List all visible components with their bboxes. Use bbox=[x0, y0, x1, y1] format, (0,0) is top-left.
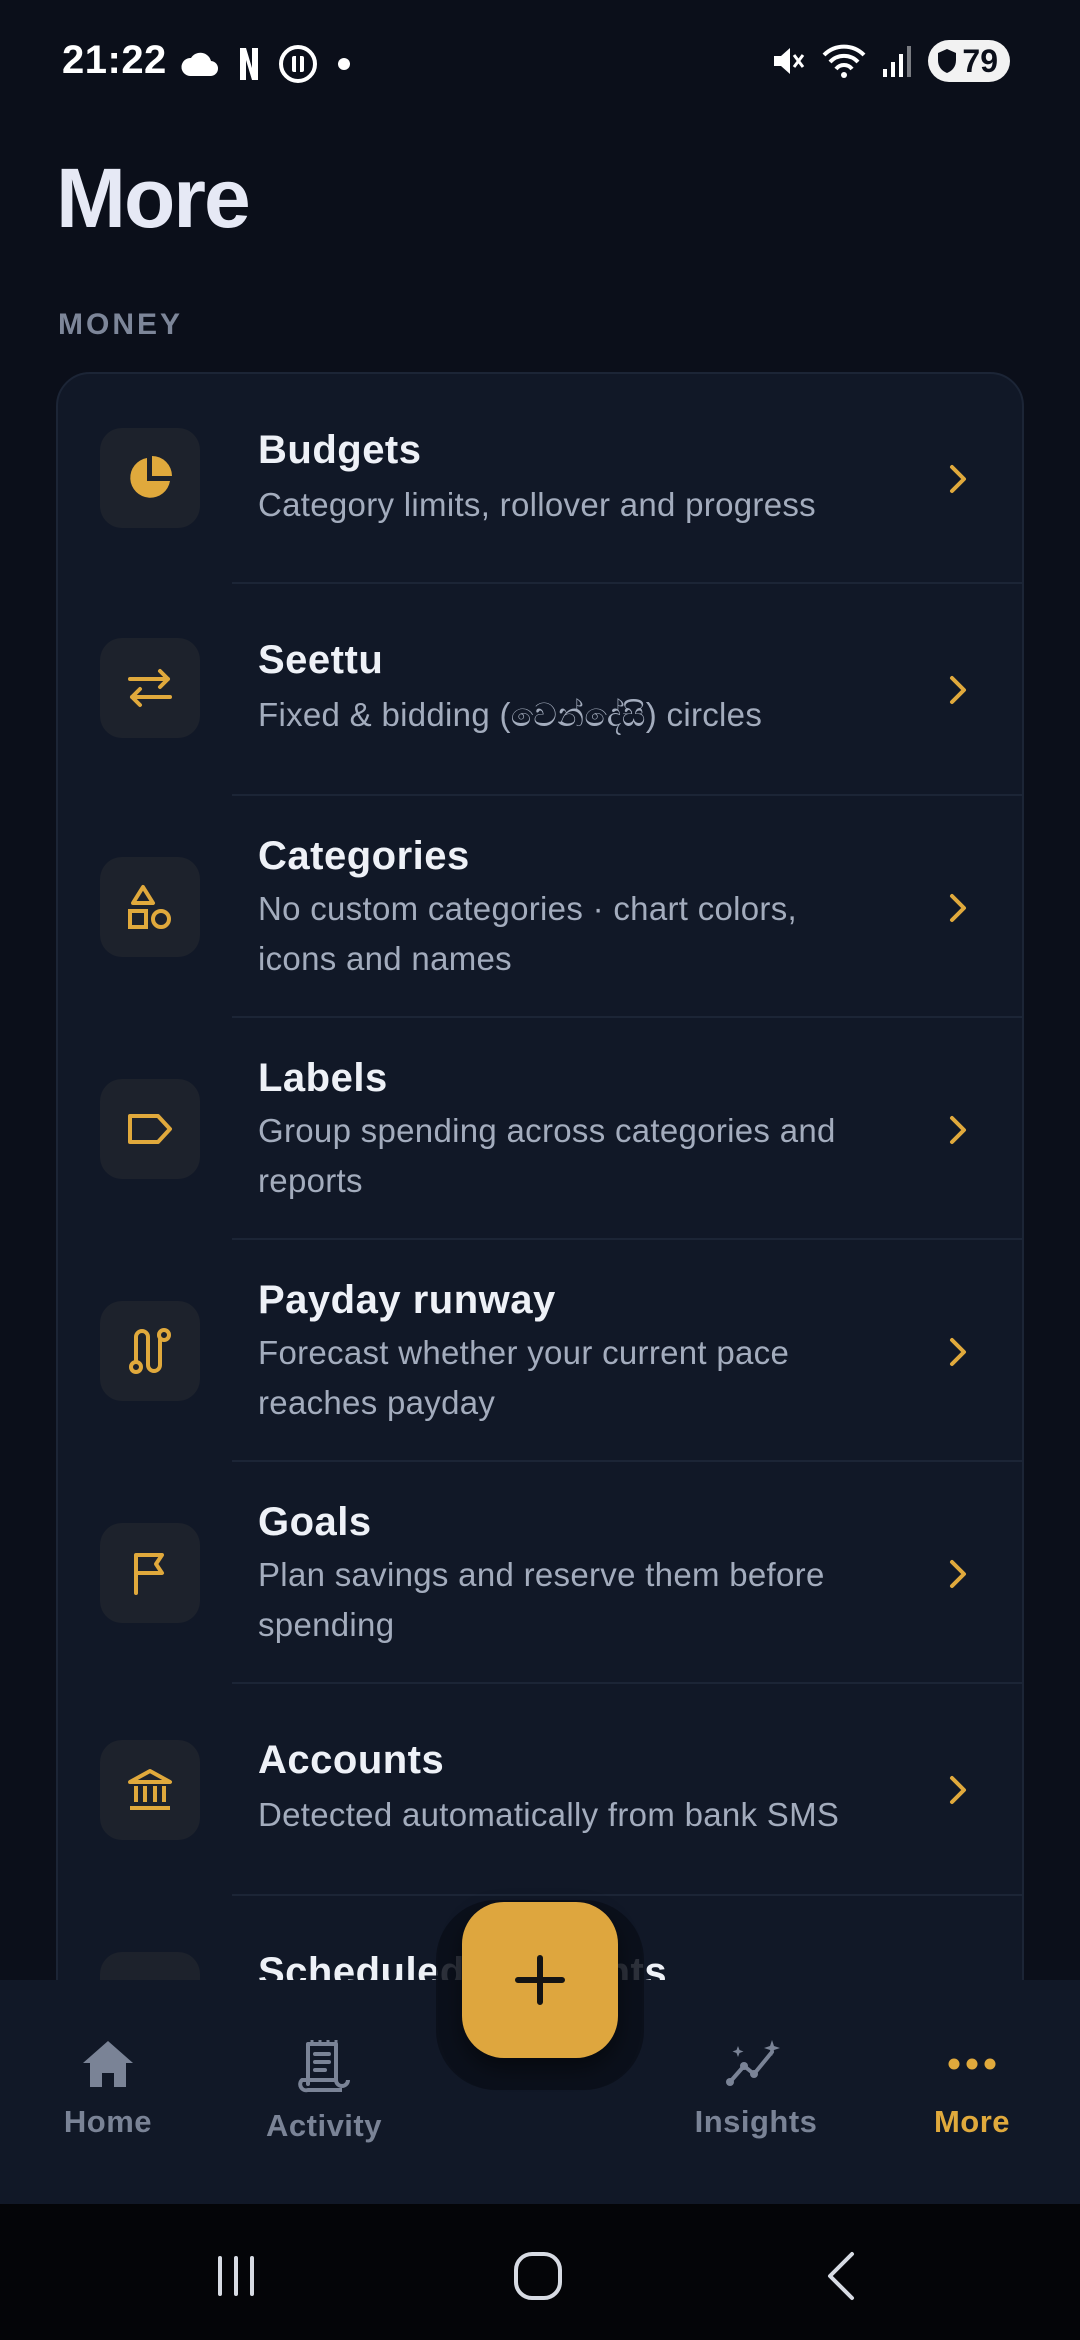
list-item-accounts[interactable]: Accounts Detected automatically from ban… bbox=[58, 1684, 1022, 1896]
labels-title: Labels bbox=[258, 1056, 388, 1100]
money-settings-card: Budgets Category limits, rollover and pr… bbox=[56, 372, 1024, 2072]
payday-runway-icon-box bbox=[100, 1301, 200, 1401]
goals-icon-box bbox=[100, 1523, 200, 1623]
goals-title: Goals bbox=[258, 1500, 372, 1544]
nav-label-insights: Insights bbox=[694, 2104, 818, 2139]
insights-icon bbox=[726, 2040, 780, 2086]
swap-arrows-icon bbox=[128, 669, 172, 707]
accounts-subtitle: Detected automatically from bank SMS bbox=[258, 1796, 840, 1833]
labels-subtitle-line2: reports bbox=[258, 1162, 363, 1199]
categories-subtitle-line2: icons and names bbox=[258, 940, 512, 977]
budgets-subtitle: Category limits, rollover and progress bbox=[258, 486, 816, 523]
accounts-title: Accounts bbox=[258, 1738, 445, 1782]
bank-icon bbox=[128, 1769, 172, 1810]
section-label-money: MONEY bbox=[58, 308, 184, 341]
nav-label-home: Home bbox=[63, 2104, 153, 2139]
add-transaction-button[interactable] bbox=[462, 1902, 618, 2058]
nav-label-activity: Activity bbox=[266, 2108, 382, 2143]
categories-subtitle-line1: No custom categories · chart colors, bbox=[258, 890, 797, 927]
flag-icon bbox=[134, 1553, 164, 1595]
system-navigation-bar bbox=[0, 2204, 1080, 2340]
netflix-icon bbox=[240, 48, 258, 80]
battery-level: 79 bbox=[962, 42, 998, 79]
list-item-payday-runway[interactable]: Payday runway Forecast whether your curr… bbox=[58, 1240, 1022, 1462]
chevron-right-icon bbox=[938, 1332, 978, 1372]
cloud-icon bbox=[181, 52, 219, 77]
back-button[interactable] bbox=[812, 2246, 872, 2306]
budgets-title: Budgets bbox=[258, 428, 422, 472]
chevron-right-icon bbox=[938, 1110, 978, 1150]
list-item-seettu[interactable]: Seettu Fixed & bidding (වෙන්දේසි) circle… bbox=[58, 584, 1022, 796]
home-system-button[interactable] bbox=[508, 2246, 568, 2306]
more-screen: 21:22 79 More MONEY Budgets Category lim… bbox=[0, 0, 1080, 2340]
plus-icon bbox=[515, 1955, 565, 2005]
payday-runway-title: Payday runway bbox=[258, 1278, 556, 1322]
battery-indicator: 79 bbox=[928, 40, 1010, 82]
chevron-right-icon bbox=[938, 888, 978, 928]
signal-icon bbox=[883, 46, 912, 77]
chevron-right-icon bbox=[938, 459, 978, 499]
recents-icon bbox=[218, 2256, 254, 2296]
pause-icon bbox=[279, 45, 317, 83]
recent-apps-button[interactable] bbox=[206, 2246, 266, 2306]
labels-subtitle-line1: Group spending across categories and bbox=[258, 1112, 836, 1149]
accounts-icon-box bbox=[100, 1740, 200, 1840]
wifi-icon bbox=[822, 44, 866, 78]
page-title: More bbox=[56, 151, 251, 245]
list-item-goals[interactable]: Goals Plan savings and reserve them befo… bbox=[58, 1462, 1022, 1684]
payday-runway-subtitle-line1: Forecast whether your current pace bbox=[258, 1334, 790, 1371]
nav-tab-home[interactable]: Home bbox=[28, 2038, 188, 2140]
nav-tab-activity[interactable]: Activity bbox=[244, 2038, 404, 2144]
categories-icon-box bbox=[100, 857, 200, 957]
receipt-icon bbox=[298, 2040, 350, 2093]
goals-subtitle-line2: spending bbox=[258, 1606, 395, 1643]
status-time: 21:22 bbox=[62, 38, 167, 82]
payday-runway-subtitle-line2: reaches payday bbox=[258, 1384, 496, 1421]
nav-tab-insights[interactable]: Insights bbox=[676, 2038, 836, 2140]
dot-icon bbox=[338, 58, 350, 70]
mute-icon bbox=[774, 48, 805, 74]
labels-icon-box bbox=[100, 1079, 200, 1179]
list-item-budgets[interactable]: Budgets Category limits, rollover and pr… bbox=[58, 374, 1022, 584]
goals-subtitle-line1: Plan savings and reserve them before bbox=[258, 1556, 825, 1593]
home-icon bbox=[83, 2041, 133, 2087]
seettu-icon-box bbox=[100, 638, 200, 738]
seettu-subtitle: Fixed & bidding (වෙන්දේසි) circles bbox=[258, 696, 763, 733]
status-left-icons bbox=[180, 44, 352, 84]
list-item-categories[interactable]: Categories No custom categories · chart … bbox=[58, 796, 1022, 1018]
status-bar: 21:22 79 bbox=[0, 0, 1080, 130]
battery-shield-icon bbox=[938, 49, 957, 73]
pie-chart-icon bbox=[130, 456, 172, 498]
route-icon bbox=[129, 1328, 171, 1374]
chevron-right-icon bbox=[938, 670, 978, 710]
chevron-right-icon bbox=[938, 1770, 978, 1810]
shapes-icon bbox=[128, 885, 171, 929]
tag-icon bbox=[128, 1114, 172, 1144]
seettu-title: Seettu bbox=[258, 638, 384, 682]
categories-title: Categories bbox=[258, 834, 470, 878]
budgets-icon-box bbox=[100, 428, 200, 528]
nav-label-more: More bbox=[933, 2104, 1011, 2139]
list-item-labels[interactable]: Labels Group spending across categories … bbox=[58, 1018, 1022, 1240]
more-dots-icon bbox=[948, 2058, 996, 2070]
chevron-right-icon bbox=[938, 1554, 978, 1594]
home-circle-icon bbox=[514, 2252, 562, 2300]
back-chevron-icon bbox=[828, 2252, 854, 2300]
nav-tab-more[interactable]: More bbox=[892, 2038, 1052, 2140]
status-right-icons: 79 bbox=[770, 40, 1010, 82]
